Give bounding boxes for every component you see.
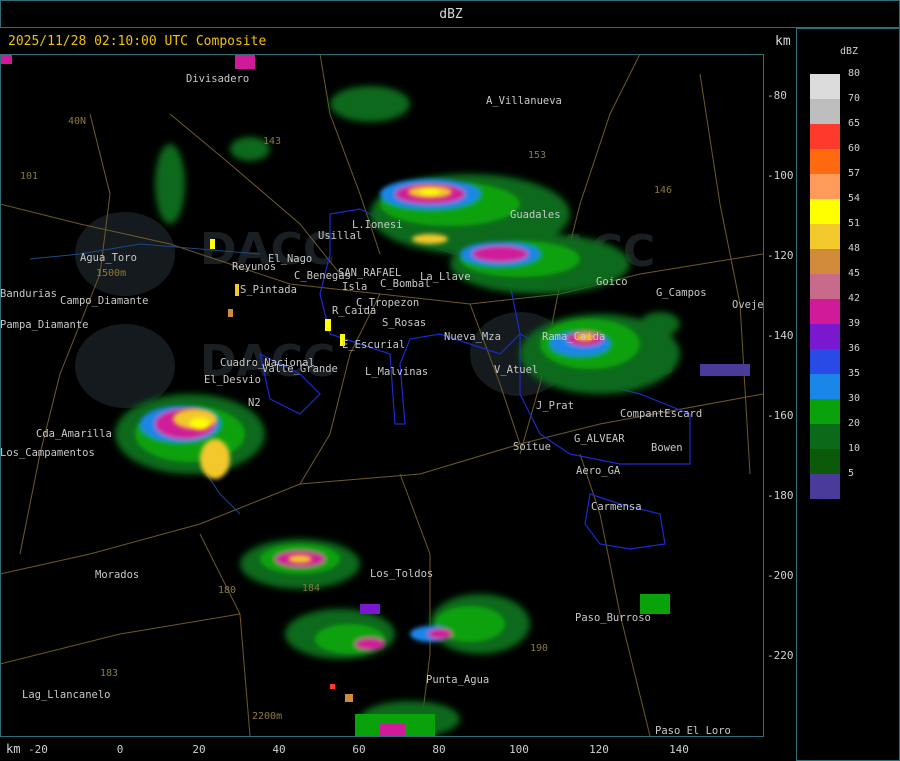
- legend-label: 54: [848, 193, 861, 204]
- legend-swatch: [810, 374, 840, 399]
- legend-swatch: [810, 424, 840, 449]
- legend-swatch: [810, 349, 840, 374]
- legend-label: 57: [848, 168, 861, 179]
- plot-frame: [0, 54, 764, 737]
- legend-swatch: [810, 224, 840, 249]
- legend-swatch: [810, 449, 840, 474]
- y-tick: -140: [767, 329, 794, 342]
- legend-swatch: [810, 74, 840, 99]
- timestamp: 2025/11/28 02:10:00 UTC Composite: [8, 34, 267, 49]
- y-tick: -180: [767, 489, 794, 502]
- y-tick: -160: [767, 409, 794, 422]
- legend-swatch: [810, 199, 840, 224]
- legend-label: 51: [848, 218, 861, 229]
- legend-label: 45: [848, 268, 861, 279]
- x-tick: 40: [272, 743, 286, 756]
- x-tick: 100: [509, 743, 529, 756]
- legend-label: 42: [848, 293, 861, 304]
- y-tick: -100: [767, 169, 794, 182]
- legend-swatch: [810, 174, 840, 199]
- legend-label: 80: [848, 68, 861, 79]
- legend-swatch: [810, 124, 840, 149]
- product-title: dBZ: [439, 7, 463, 22]
- legend-label: 30: [848, 393, 861, 404]
- legend-swatch: [810, 99, 840, 124]
- x-tick: 120: [589, 743, 609, 756]
- km-unit-top: km: [775, 34, 791, 49]
- y-tick: -200: [767, 569, 794, 582]
- x-tick: -20: [28, 743, 48, 756]
- x-tick: 80: [432, 743, 446, 756]
- legend-title: dBZ: [840, 46, 859, 57]
- x-tick: 140: [669, 743, 689, 756]
- y-tick: -120: [767, 249, 794, 262]
- legend-swatch: [810, 399, 840, 424]
- legend-swatch: [810, 149, 840, 174]
- legend-swatch: [810, 474, 840, 499]
- legend-swatch: [810, 324, 840, 349]
- legend-swatch: [810, 249, 840, 274]
- x-tick: 20: [192, 743, 206, 756]
- legend-label: 70: [848, 93, 861, 104]
- legend-swatch: [810, 299, 840, 324]
- legend-label: 36: [848, 343, 861, 354]
- x-tick: 60: [352, 743, 366, 756]
- y-tick: -80: [767, 89, 787, 102]
- legend-label: 65: [848, 118, 861, 129]
- legend-label: 60: [848, 143, 861, 154]
- legend-label: 20: [848, 418, 861, 429]
- title-bar: dBZ: [0, 0, 900, 28]
- legend-label: 10: [848, 443, 861, 454]
- color-legend: [810, 74, 840, 499]
- legend-label: 39: [848, 318, 861, 329]
- legend-label: 48: [848, 243, 861, 254]
- y-tick: -220: [767, 649, 794, 662]
- legend-label: 35: [848, 368, 861, 379]
- legend-label: 5: [848, 468, 855, 479]
- x-tick: 0: [116, 743, 124, 756]
- legend-swatch: [810, 274, 840, 299]
